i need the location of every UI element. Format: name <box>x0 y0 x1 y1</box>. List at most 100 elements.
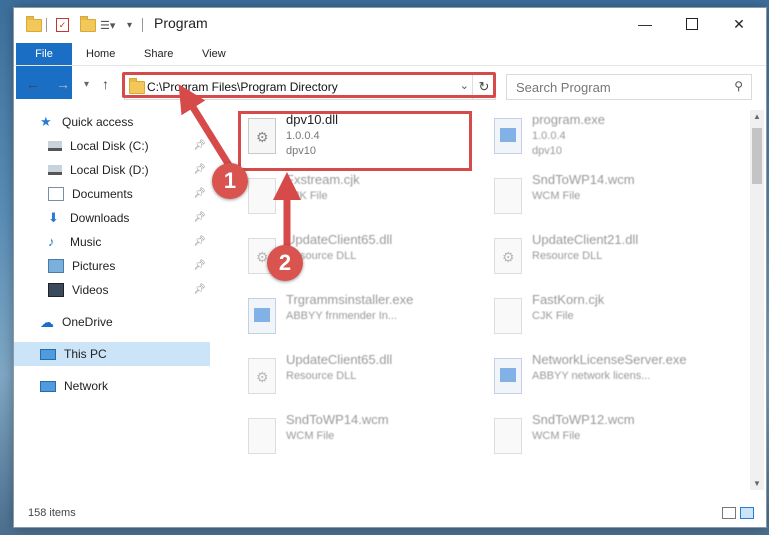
file-description: dpv10 <box>532 145 562 157</box>
file-type: WCM File <box>286 430 335 442</box>
file-name: program.exe <box>532 112 605 127</box>
exe-file-icon <box>494 118 522 154</box>
properties-icon[interactable]: ✓ <box>56 17 69 33</box>
pin-icon[interactable]: 📌︎ <box>193 260 206 271</box>
search-box[interactable]: Search Program ⚲ <box>506 74 752 100</box>
pin-icon[interactable]: 📌︎ <box>193 212 206 223</box>
scrollbar-thumb[interactable] <box>752 128 762 184</box>
file-item[interactable]: UpdateClient65.dll Resource DLL <box>238 350 458 406</box>
file-item[interactable]: Fxstream.cjk CJK File <box>238 170 458 226</box>
new-folder-icon[interactable] <box>80 15 96 33</box>
sidebar-item-network[interactable]: Network <box>14 374 210 398</box>
pin-icon[interactable]: 📌︎ <box>193 164 206 175</box>
music-icon: ♪ <box>48 234 55 249</box>
cloud-icon: ☁ <box>40 314 54 330</box>
details-view-icon[interactable] <box>722 507 736 519</box>
file-name: FastKorn.cjk <box>532 292 605 307</box>
file-type: ABBYY network licens... <box>532 370 651 382</box>
pin-icon[interactable]: 📌︎ <box>193 284 206 295</box>
back-button[interactable]: ← <box>26 76 40 92</box>
file-item[interactable]: SndToWP14.wcm WCM File <box>238 410 458 466</box>
sidebar-item-local-disk-d[interactable]: Local Disk (D:) 📌︎ <box>14 158 210 182</box>
file-name: SndToWP12.wcm <box>532 412 635 427</box>
item-count: 158 items <box>28 507 76 519</box>
sidebar-item-music[interactable]: ♪ Music 📌︎ <box>14 230 210 254</box>
sidebar-item-label: Local Disk (D:) <box>70 163 149 177</box>
dll-file-icon <box>248 358 276 394</box>
minimize-button[interactable]: — <box>622 8 668 40</box>
sidebar-item-label: Network <box>64 379 109 393</box>
minimize-icon: — <box>638 16 652 32</box>
sidebar-item-label: Pictures <box>72 259 116 273</box>
customize-toolbar-icon[interactable]: ☰▾ <box>100 17 115 33</box>
chevron-down-icon[interactable]: ▾ <box>127 17 132 33</box>
sidebar-item-label: OneDrive <box>62 315 113 329</box>
file-name: Trgrammsinstaller.exe <box>286 292 414 307</box>
file-icon <box>248 178 276 214</box>
sidebar-item-label: This PC <box>64 347 107 361</box>
large-icons-view-icon[interactable] <box>740 507 754 519</box>
file-icon <box>494 298 522 334</box>
tab-home[interactable]: Home <box>86 43 115 65</box>
scroll-down-icon[interactable]: ▼ <box>753 479 761 488</box>
recent-locations-button[interactable]: ▾ <box>84 79 89 90</box>
search-input[interactable]: Search Program <box>516 80 611 95</box>
pictures-icon <box>48 259 64 273</box>
tab-view[interactable]: View <box>202 43 226 65</box>
maximize-icon <box>686 18 698 30</box>
file-type: WCM File <box>532 430 581 442</box>
pin-icon[interactable]: 📌︎ <box>193 236 206 247</box>
pin-icon[interactable]: 📌︎ <box>193 140 206 151</box>
file-icon <box>494 178 522 214</box>
window-title: Program <box>154 15 208 31</box>
maximize-button[interactable] <box>669 8 715 40</box>
file-name: UpdateClient21.dll <box>532 232 639 247</box>
file-type: ABBYY frnmender In... <box>286 310 398 322</box>
star-icon: ★ <box>40 114 52 129</box>
sidebar-item-label: Local Disk (C:) <box>70 139 149 153</box>
title-bar: ✓ ☰▾ ▾ Program — ✕ <box>14 8 766 40</box>
tab-share[interactable]: Share <box>144 43 173 65</box>
exe-file-icon <box>248 298 276 334</box>
navigation-bar: ← → ▾ ↑ C:\Program Files\Program Directo… <box>14 70 766 100</box>
sidebar-item-documents[interactable]: Documents 📌︎ <box>14 182 210 206</box>
sidebar-item-label: Videos <box>72 283 109 297</box>
up-button[interactable]: ↑ <box>102 76 109 92</box>
computer-icon <box>40 348 56 360</box>
sidebar-item-this-pc[interactable]: This PC <box>14 342 210 366</box>
vertical-scrollbar[interactable]: ▲ ▼ <box>750 110 764 490</box>
sidebar-item-videos[interactable]: Videos 📌︎ <box>14 278 210 302</box>
scroll-up-icon[interactable]: ▲ <box>753 112 761 121</box>
sidebar-item-downloads[interactable]: ⬇ Downloads 📌︎ <box>14 206 210 230</box>
sidebar-item-label: Documents <box>72 187 133 201</box>
ribbon-divider <box>14 65 766 66</box>
sidebar-item-label: Quick access <box>62 115 134 129</box>
pin-icon[interactable]: 📌︎ <box>193 188 206 199</box>
file-version: 1.0.0.4 <box>532 130 566 142</box>
file-name: UpdateClient65.dll <box>286 232 393 247</box>
sidebar-item-label: Downloads <box>70 211 130 225</box>
file-type: CJK File <box>532 310 574 322</box>
drive-icon <box>48 141 62 151</box>
sidebar-item-onedrive[interactable]: ☁ OneDrive <box>14 310 210 334</box>
forward-button[interactable]: → <box>56 76 70 92</box>
sidebar-item-local-disk-c[interactable]: Local Disk (C:) 📌︎ <box>14 134 210 158</box>
file-name: NetworkLicenseServer.exe <box>532 352 687 367</box>
file-item[interactable]: FastKorn.cjk CJK File <box>484 290 704 346</box>
file-item[interactable]: NetworkLicenseServer.exe ABBYY network l… <box>484 350 704 406</box>
sidebar-item-quick-access[interactable]: ★ Quick access <box>14 110 210 134</box>
file-item[interactable]: Trgrammsinstaller.exe ABBYY frnmender In… <box>238 290 458 346</box>
search-icon[interactable]: ⚲ <box>734 79 743 93</box>
file-item[interactable]: UpdateClient21.dll Resource DLL <box>484 230 704 286</box>
file-item[interactable]: SndToWP14.wcm WCM File <box>484 170 704 226</box>
file-type: Resource DLL <box>532 250 603 262</box>
sidebar-item-label: Music <box>70 235 102 249</box>
file-name: SndToWP14.wcm <box>532 172 635 187</box>
file-item[interactable]: program.exe 1.0.0.4 dpv10 <box>484 110 704 166</box>
navigation-pane: ★ Quick access Local Disk (C:) 📌︎ Local … <box>14 110 210 490</box>
file-item[interactable]: SndToWP12.wcm WCM File <box>484 410 704 466</box>
sidebar-item-pictures[interactable]: Pictures 📌︎ <box>14 254 210 278</box>
file-type: CJK File <box>286 190 328 202</box>
close-button[interactable]: ✕ <box>716 8 762 40</box>
file-type: WCM File <box>532 190 581 202</box>
